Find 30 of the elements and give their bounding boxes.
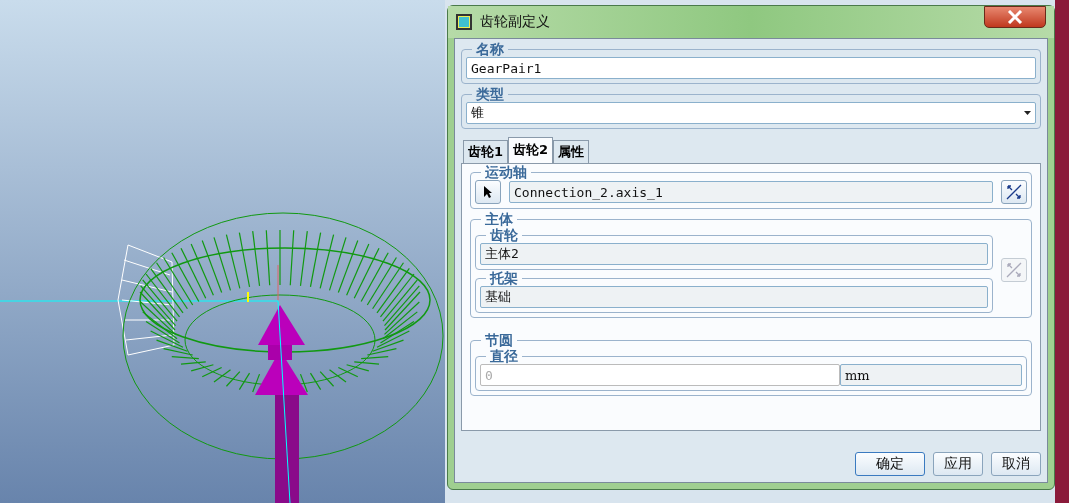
group-label: 齿轮 xyxy=(489,227,519,243)
dialog-button[interactable]: 应用 xyxy=(933,452,983,476)
group-label: 托架 xyxy=(488,270,519,286)
dropdown-arrow-icon xyxy=(1024,111,1031,115)
motion-axis-field[interactable]: Connection_2.axis_1 xyxy=(509,181,993,203)
flip-button[interactable] xyxy=(1001,180,1027,204)
unit-field[interactable]: mm xyxy=(840,364,1022,386)
tab[interactable]: 齿轮2 xyxy=(508,137,554,163)
window-icon xyxy=(456,14,472,30)
group-label: 运动轴 xyxy=(484,164,528,180)
gear-body-field[interactable]: 主体2 xyxy=(480,243,988,265)
type-dropdown[interactable]: 锥 xyxy=(466,102,1036,124)
window-title: 齿轮副定义 xyxy=(480,13,551,31)
close-button[interactable] xyxy=(984,6,1046,28)
close-icon xyxy=(1007,10,1023,24)
flip-arrows-icon xyxy=(1005,261,1023,279)
carrier-field[interactable]: 基础 xyxy=(480,286,988,308)
name-field[interactable]: GearPair1 xyxy=(466,57,1036,79)
flip-arrows-icon xyxy=(1005,183,1023,201)
tab[interactable]: 齿轮1 xyxy=(463,140,509,163)
tab[interactable]: 属性 xyxy=(553,140,590,163)
group-label: 直径 xyxy=(489,348,519,364)
group-label: 主体 xyxy=(484,211,514,227)
cursor-arrow-icon xyxy=(483,185,493,199)
group-label: 类型 xyxy=(475,86,505,102)
dialog-button[interactable]: 确定 xyxy=(855,452,925,476)
select-button[interactable] xyxy=(475,180,501,204)
dialog-button[interactable]: 取消 xyxy=(991,452,1041,476)
group-label: 节圆 xyxy=(484,332,514,348)
group-label: 名称 xyxy=(475,41,505,57)
